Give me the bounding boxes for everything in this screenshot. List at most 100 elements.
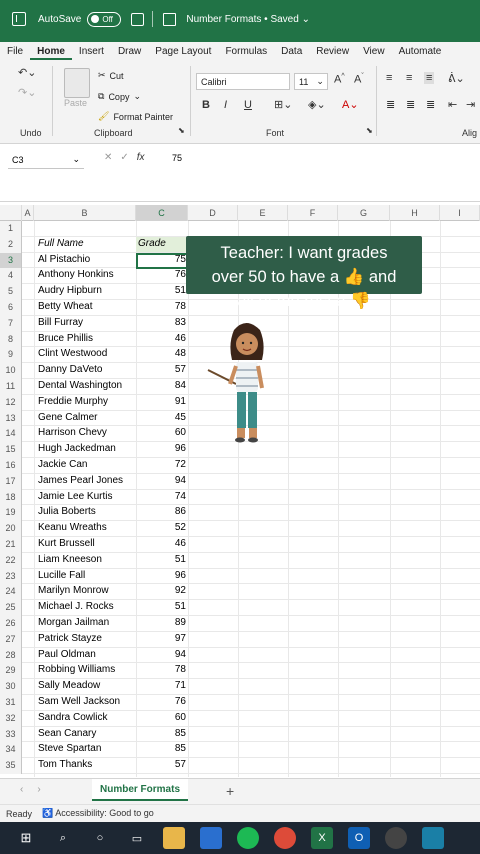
row-header[interactable]: 18 <box>0 489 22 506</box>
name-cell[interactable]: Audry Hipburn <box>38 285 102 296</box>
grade-cell[interactable]: 85 <box>136 743 186 754</box>
grade-cell[interactable]: 51 <box>136 554 186 565</box>
grade-cell[interactable]: 96 <box>136 570 186 581</box>
grade-cell[interactable]: 92 <box>136 585 186 596</box>
row-header[interactable]: 5 <box>0 284 22 300</box>
name-cell[interactable]: Hugh Jackedman <box>38 443 116 454</box>
align-center-icon[interactable]: ≣ <box>406 98 415 111</box>
row-header[interactable]: 27 <box>0 631 22 648</box>
row-header[interactable]: 9 <box>0 347 22 364</box>
name-cell[interactable]: Morgan Jailman <box>38 617 109 628</box>
tab-data[interactable]: Data <box>274 46 309 60</box>
grade-cell[interactable]: 76 <box>136 696 186 707</box>
accessibility-status[interactable]: ♿ Accessibility: Good to go <box>42 808 154 819</box>
cut-button[interactable]: ✂ Cut <box>98 70 124 81</box>
tab-review[interactable]: Review <box>309 46 356 60</box>
row-header[interactable]: 12 <box>0 394 22 411</box>
app-icon[interactable] <box>422 827 444 849</box>
name-cell[interactable]: Al Pistachio <box>38 254 90 265</box>
name-cell[interactable]: Betty Wheat <box>38 301 92 312</box>
row-header[interactable]: 17 <box>0 473 22 490</box>
tab-draw[interactable]: Draw <box>111 46 148 60</box>
sheet-nav-arrows-icon[interactable]: ‹› <box>20 784 55 795</box>
grade-cell[interactable]: 91 <box>136 396 186 407</box>
shrink-font-icon[interactable]: Aˇ <box>354 73 364 86</box>
name-cell[interactable]: Paul Oldman <box>38 649 96 660</box>
row-header[interactable]: 35 <box>0 758 22 774</box>
row-header[interactable]: 22 <box>0 552 22 569</box>
row-header[interactable]: 20 <box>0 521 22 537</box>
decrease-indent-icon[interactable]: ⇤ <box>448 98 457 111</box>
name-cell[interactable]: Marilyn Monrow <box>38 585 109 596</box>
row-header[interactable]: 32 <box>0 710 22 727</box>
grade-cell[interactable]: 83 <box>136 317 186 328</box>
align-left-icon[interactable]: ≣ <box>386 98 395 111</box>
full-name-header[interactable]: Full Name <box>38 238 84 249</box>
file-explorer-icon[interactable] <box>163 827 185 849</box>
grade-cell[interactable]: 60 <box>136 427 186 438</box>
tab-formulas[interactable]: Formulas <box>218 46 274 60</box>
column-header-a[interactable]: A <box>22 205 34 221</box>
grade-cell[interactable]: 46 <box>136 538 186 549</box>
name-cell[interactable]: Danny DaVeto <box>38 364 103 375</box>
align-bottom-icon[interactable]: ≡ <box>424 72 435 84</box>
font-color-icon[interactable]: A⌄ <box>342 98 359 111</box>
mail-icon[interactable] <box>200 827 222 849</box>
row-header[interactable]: 29 <box>0 663 22 680</box>
formula-input[interactable]: 75 <box>172 153 182 163</box>
name-cell[interactable]: Michael J. Rocks <box>38 601 114 612</box>
grade-cell[interactable]: 57 <box>136 759 186 770</box>
name-cell[interactable]: Liam Kneeson <box>38 554 102 565</box>
tab-file[interactable]: File <box>0 46 30 60</box>
name-cell[interactable]: Dental Washington <box>38 380 122 391</box>
bold-button[interactable]: B <box>202 99 210 111</box>
copy-button[interactable]: ⧉ Copy ⌄ <box>98 91 141 102</box>
align-middle-icon[interactable]: ≡ <box>406 72 412 84</box>
name-cell[interactable]: Sally Meadow <box>38 680 100 691</box>
selected-cell[interactable] <box>136 253 188 269</box>
grade-cell[interactable]: 60 <box>136 712 186 723</box>
row-header[interactable]: 30 <box>0 679 22 695</box>
grade-cell[interactable]: 72 <box>136 459 186 470</box>
grade-cell[interactable]: 48 <box>136 348 186 359</box>
grow-font-icon[interactable]: A^ <box>334 73 345 86</box>
undo-icon[interactable]: ↶⌄ <box>18 66 36 79</box>
tab-view[interactable]: View <box>356 46 392 60</box>
row-header[interactable]: 25 <box>0 600 22 616</box>
grade-cell[interactable]: 94 <box>136 649 186 660</box>
tab-insert[interactable]: Insert <box>72 46 111 60</box>
cancel-icon[interactable]: ✕ <box>104 152 112 163</box>
grade-cell[interactable]: 74 <box>136 491 186 502</box>
row-header[interactable]: 8 <box>0 331 22 348</box>
name-cell[interactable]: Anthony Honkins <box>38 269 114 280</box>
italic-button[interactable]: I <box>224 99 227 111</box>
name-cell[interactable]: Bruce Phillis <box>38 333 93 344</box>
name-cell[interactable]: Julia Boberts <box>38 506 96 517</box>
column-header-i[interactable]: I <box>440 205 480 221</box>
name-cell[interactable]: Sean Canary <box>38 728 96 739</box>
grade-header[interactable]: Grade <box>138 238 188 249</box>
paste-button[interactable]: Paste <box>64 98 87 108</box>
row-header[interactable]: 6 <box>0 300 22 316</box>
name-cell[interactable]: Jamie Lee Kurtis <box>38 491 112 502</box>
grade-cell[interactable]: 76 <box>136 269 186 280</box>
name-cell[interactable]: Gene Calmer <box>38 412 97 423</box>
grade-cell[interactable]: 78 <box>136 664 186 675</box>
column-header-f[interactable]: F <box>288 205 338 221</box>
row-header[interactable]: 7 <box>0 315 22 332</box>
name-cell[interactable]: James Pearl Jones <box>38 475 123 486</box>
name-cell[interactable]: Kurt Brussell <box>38 538 95 549</box>
name-cell[interactable]: Bill Furray <box>38 317 83 328</box>
tab-page-layout[interactable]: Page Layout <box>148 46 218 60</box>
row-header[interactable]: 11 <box>0 379 22 395</box>
name-cell[interactable]: Clint Westwood <box>38 348 107 359</box>
column-header-g[interactable]: G <box>338 205 390 221</box>
column-header-e[interactable]: E <box>238 205 288 221</box>
row-header[interactable]: 24 <box>0 584 22 601</box>
grade-cell[interactable]: 78 <box>136 301 186 312</box>
customize-qat-icon[interactable] <box>163 12 177 26</box>
row-header[interactable]: 2 <box>0 236 22 253</box>
grade-cell[interactable]: 45 <box>136 412 186 423</box>
align-right-icon[interactable]: ≣ <box>426 98 435 111</box>
row-header[interactable]: 19 <box>0 505 22 522</box>
